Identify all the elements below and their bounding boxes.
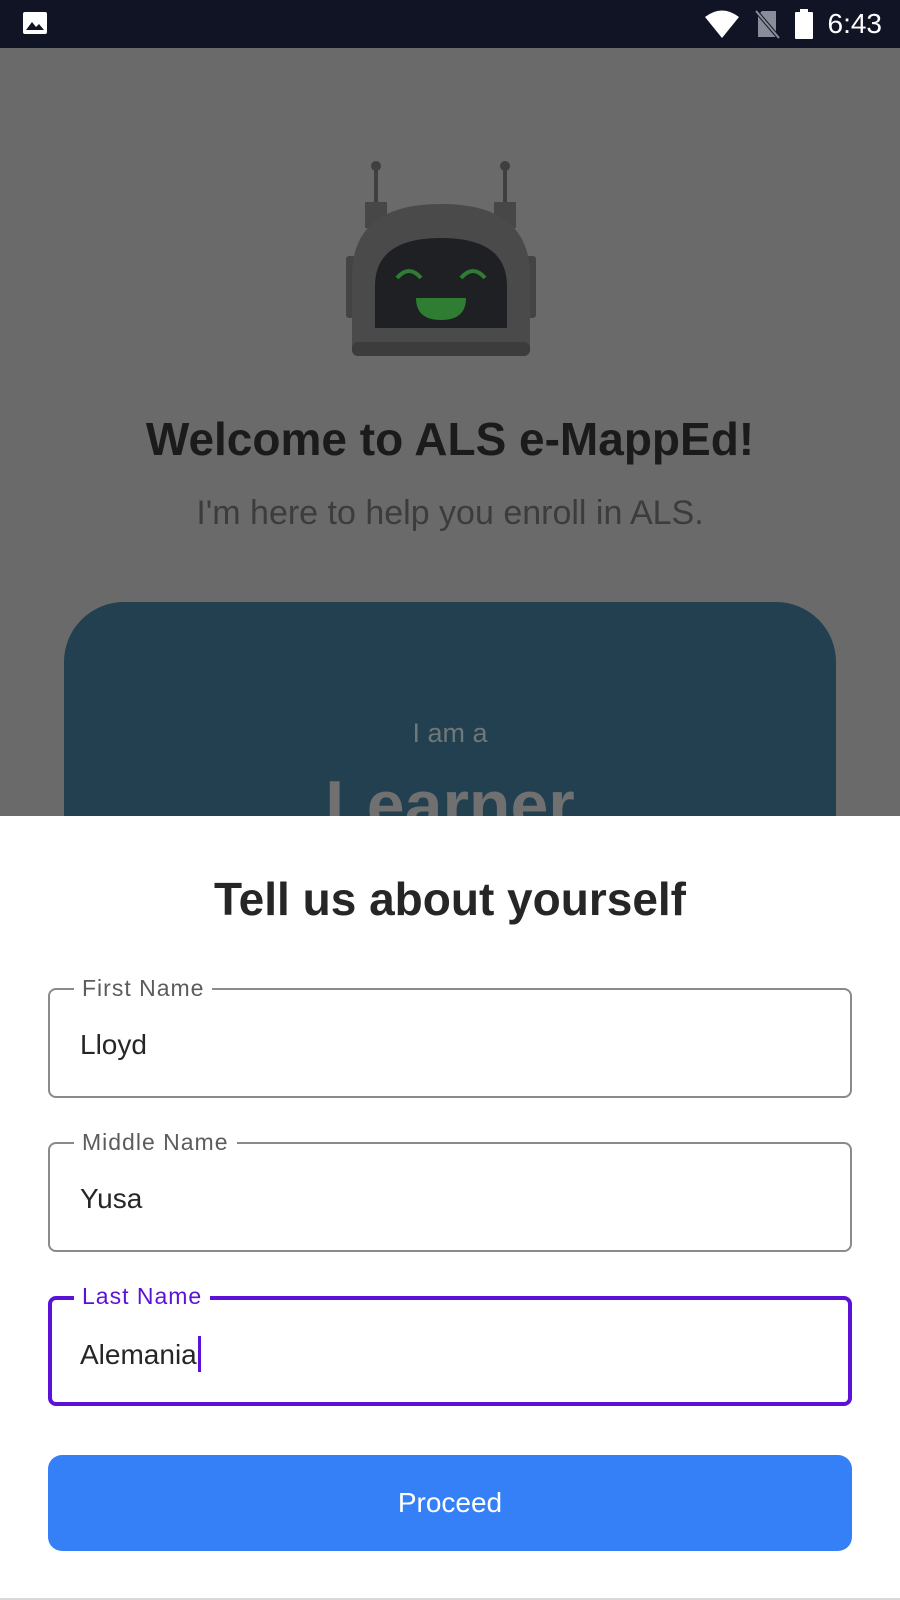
role-name: Learner — [325, 767, 575, 816]
middle-name-label: Middle Name — [74, 1129, 237, 1155]
welcome-title: Welcome to ALS e-MappEd! — [145, 413, 755, 465]
robot-mascot-icon — [346, 161, 536, 356]
last-name-label: Last Name — [74, 1283, 211, 1309]
sheet-title: Tell us about yourself — [214, 873, 686, 925]
clock: 6:43 — [827, 8, 883, 39]
first-name-field[interactable]: First Name Lloyd — [48, 975, 852, 1098]
gallery-icon — [23, 12, 47, 34]
middle-name-value: Yusa — [80, 1183, 143, 1214]
proceed-button[interactable]: Proceed — [48, 1455, 852, 1551]
text-caret — [197, 1336, 201, 1372]
no-sim-icon — [753, 9, 780, 39]
bottom-sheet: Tell us about yourself First Name Lloyd … — [0, 816, 900, 1600]
status-bar: 6:43 — [0, 0, 900, 48]
first-name-value: Lloyd — [80, 1029, 147, 1060]
last-name-value-wrap: Alemania — [80, 1336, 201, 1372]
wifi-icon — [704, 10, 739, 38]
role-prefix: I am a — [412, 718, 488, 748]
role-card-learner[interactable]: I am a Learner — [64, 602, 836, 816]
background-screen: Welcome to ALS e-MappEd! I'm here to hel… — [0, 48, 900, 816]
welcome-subtitle: I'm here to help you enroll in ALS. — [196, 494, 704, 532]
middle-name-field[interactable]: Middle Name Yusa — [48, 1129, 852, 1252]
last-name-value: Alemania — [80, 1339, 197, 1370]
battery-icon — [794, 9, 813, 39]
last-name-field[interactable]: Last Name Alemania — [48, 1283, 852, 1406]
first-name-label: First Name — [74, 975, 213, 1001]
